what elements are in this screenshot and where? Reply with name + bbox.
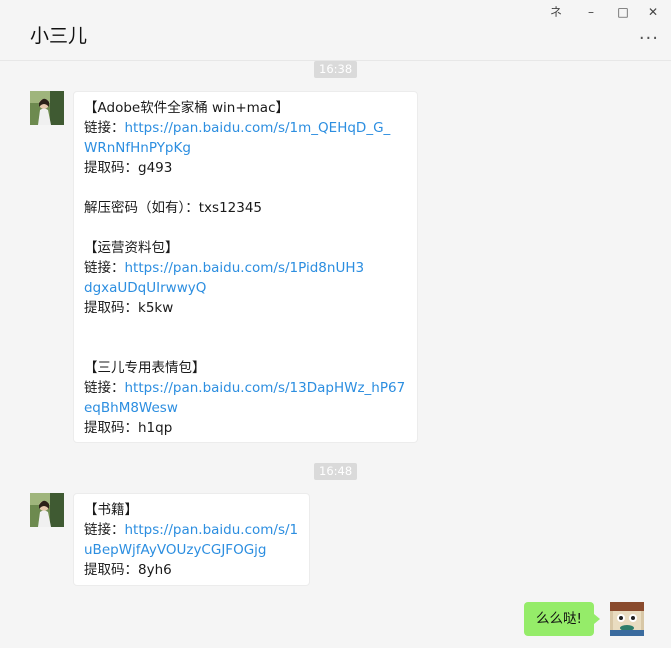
maximize-icon[interactable]: □ [615, 5, 631, 19]
my-avatar-image [610, 602, 644, 636]
message-text: 链接： [84, 260, 125, 276]
incoming-message-bubble[interactable]: 【Adobe软件全家桶 win+mac】 链接：https://pan.baid… [73, 91, 418, 443]
message-text: 解压密码（如有）：txs12345 [84, 200, 263, 216]
timestamp-badge: 16:38 [314, 61, 358, 78]
close-icon[interactable]: ✕ [645, 5, 661, 19]
message-text: 提取码：g493 [84, 160, 173, 176]
share-link[interactable]: WRnNfHnPYpKg [84, 138, 407, 158]
contact-avatar[interactable] [30, 493, 64, 527]
message-text: 提取码：h1qp [84, 420, 173, 436]
pin-icon[interactable]: ネ [548, 5, 564, 19]
minimize-icon[interactable]: – [583, 5, 599, 19]
message-text: 提取码：8yh6 [84, 562, 172, 578]
message-text: 链接： [84, 120, 125, 136]
share-link[interactable]: https://pan.baidu.com/s/13DapHWz_hP67 [125, 380, 406, 396]
share-link[interactable]: https://pan.baidu.com/s/1 [125, 522, 299, 538]
share-link[interactable]: dgxaUDqUIrwwyQ [84, 278, 407, 298]
message-text: 【三儿专用表情包】 [84, 360, 206, 376]
timestamp-badge: 16:48 [314, 463, 358, 480]
share-link[interactable]: https://pan.baidu.com/s/1Pid8nUH3 [125, 260, 365, 276]
more-options-icon[interactable]: ··· [639, 30, 659, 48]
outgoing-message-bubble[interactable]: 么么哒! [524, 602, 600, 636]
share-link[interactable]: https://pan.baidu.com/s/1m_QEHqD_G_ [125, 120, 391, 136]
contact-avatar-image [30, 493, 64, 527]
message-text: 【Adobe软件全家桶 win+mac】 [84, 100, 289, 116]
message-text: 【书籍】 [84, 502, 138, 518]
chat-header: 小三儿 ネ – □ ✕ ··· [0, 0, 671, 61]
contact-avatar[interactable] [30, 91, 64, 125]
share-link[interactable]: eqBhM8Wesw [84, 398, 407, 418]
incoming-message-bubble[interactable]: 【书籍】 链接：https://pan.baidu.com/s/1 uBepWj… [73, 493, 310, 586]
message-text: 提取码：k5kw [84, 300, 174, 316]
contact-avatar-image [30, 91, 64, 125]
message-text: 链接： [84, 380, 125, 396]
chat-title: 小三儿 [30, 25, 88, 47]
share-link[interactable]: uBepWjfAyVOUzyCGJFOGjg [84, 540, 299, 560]
message-text: 【运营资料包】 [84, 240, 179, 256]
message-text: 链接： [84, 522, 125, 538]
my-avatar[interactable] [610, 602, 644, 636]
message-text: 么么哒! [536, 611, 582, 627]
